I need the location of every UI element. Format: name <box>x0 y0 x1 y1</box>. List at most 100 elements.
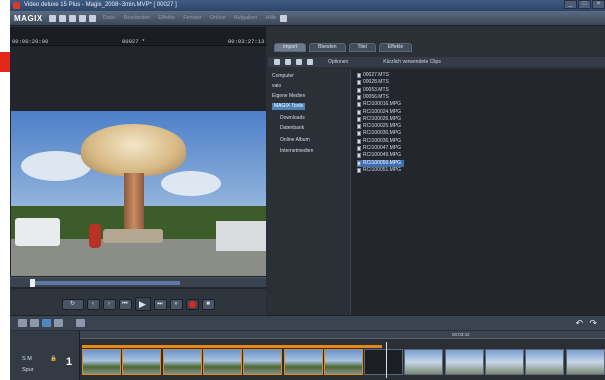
clip-name-display: 00027 * <box>122 38 146 45</box>
tab-effekte[interactable]: Effekte <box>378 43 413 52</box>
fast-forward-button[interactable]: » <box>169 298 183 310</box>
timeline-clip[interactable] <box>243 349 283 375</box>
file-list-item[interactable]: 00027.MTS <box>357 72 389 79</box>
forward-icon[interactable] <box>285 59 291 65</box>
skip-start-button[interactable]: ⏮ <box>118 298 132 310</box>
tools-dropdown-icon[interactable] <box>76 319 85 327</box>
file-icon <box>357 73 361 78</box>
tab-import[interactable]: Import <box>274 43 307 52</box>
media-explorer: Import Blenden Titel Effekte Optionen Kü… <box>268 27 605 320</box>
file-list-item[interactable]: RCI100024.MPG <box>357 109 401 116</box>
position-slider[interactable] <box>10 277 266 287</box>
file-icon <box>357 102 361 108</box>
back-icon[interactable] <box>274 59 280 65</box>
undo-toolbar-icon[interactable] <box>88 14 96 22</box>
file-icon <box>357 138 361 144</box>
tree-item[interactable]: Internetmedien <box>280 148 313 154</box>
menu-hilfe[interactable]: Hilfe <box>265 15 276 21</box>
undo-icon[interactable]: ↶ <box>575 318 583 329</box>
file-icon <box>357 146 361 151</box>
storyboard-mode-icon[interactable] <box>18 319 27 327</box>
file-list-item[interactable]: 00028.MTS <box>357 79 389 86</box>
menu-online[interactable]: Online <box>210 15 226 21</box>
timeline-ruler[interactable]: 00:03:42 <box>80 331 605 339</box>
timeline-clip[interactable] <box>444 349 484 375</box>
file-icon <box>357 124 361 130</box>
file-list-item[interactable]: RCI100051.MPG <box>357 167 401 174</box>
timeline-clip[interactable] <box>565 349 605 375</box>
file-list-item[interactable]: 00056.MTS <box>357 94 389 101</box>
timeline-clip[interactable] <box>485 349 524 375</box>
tree-item[interactable]: vaio <box>272 83 281 89</box>
file-icon <box>357 116 361 122</box>
timeline-clip[interactable] <box>364 349 404 375</box>
file-list-item[interactable]: RCI100016.MPG <box>357 101 401 108</box>
next-marker-button[interactable]: › <box>102 298 116 310</box>
file-name: 00056.MTS <box>363 93 389 100</box>
file-icon <box>357 153 361 159</box>
menu-effekte[interactable]: Effekte <box>158 15 175 21</box>
tree-item[interactable]: MAGIX Tools <box>272 103 306 110</box>
file-list-item[interactable]: RCI100049.MPG <box>357 152 401 159</box>
up-folder-icon[interactable] <box>296 59 302 65</box>
file-list-item[interactable]: RCI100030.MPG <box>357 130 401 137</box>
menu-fenster[interactable]: Fenster <box>183 15 202 21</box>
tree-item[interactable]: Datenbank <box>280 125 304 131</box>
file-list-item[interactable]: 00053.MTS <box>357 87 389 94</box>
file-icon <box>357 160 361 166</box>
timeline-clip[interactable] <box>202 349 242 375</box>
tree-item[interactable]: Computer <box>272 73 294 79</box>
record-button[interactable] <box>185 298 199 310</box>
track-solo-mute[interactable]: S M <box>22 356 32 362</box>
file-list-item[interactable]: RCI100036.MPG <box>357 138 401 145</box>
settings-icon[interactable] <box>280 14 288 22</box>
timeline-clip[interactable] <box>323 349 363 375</box>
timeline-clip[interactable] <box>283 349 323 375</box>
slider-handle[interactable] <box>30 279 35 287</box>
file-list: 00027.MTS 00028.MTS 00053.MTS 00056.MTS RCI1… <box>350 69 605 319</box>
cut-icon[interactable] <box>78 14 86 22</box>
file-list-item[interactable]: RCI100026.MPG <box>357 116 401 123</box>
tab-titel[interactable]: Titel <box>348 43 376 52</box>
timeline-clip[interactable] <box>525 349 565 375</box>
tree-item[interactable]: Online Album <box>280 137 310 143</box>
maximize-button[interactable]: □ <box>578 0 591 9</box>
loop-button[interactable]: ↻ <box>61 298 84 310</box>
timeline-clip[interactable] <box>122 349 162 375</box>
play-button[interactable]: ▶ <box>134 297 151 311</box>
tab-blenden[interactable]: Blenden <box>309 43 346 52</box>
timeline-clip[interactable] <box>82 349 121 375</box>
timeline-clip[interactable] <box>162 349 202 375</box>
minimize-button[interactable]: _ <box>564 0 577 9</box>
open-folder-icon[interactable] <box>58 14 66 22</box>
close-button[interactable]: × <box>592 0 605 9</box>
menu-bearbeiten[interactable]: Bearbeiten <box>124 15 151 21</box>
menu-bar: MAGIX Datei Bearbeiten Effekte Fenster O… <box>10 11 605 26</box>
file-list-item[interactable]: RCI100025.MPG <box>357 123 401 130</box>
multitrack-icon[interactable] <box>54 319 63 327</box>
playhead[interactable] <box>386 342 387 378</box>
skip-end-button[interactable]: ⏭ <box>153 298 167 310</box>
redo-icon[interactable]: ↷ <box>589 318 597 329</box>
file-name: RCI100050.MPG <box>363 159 402 166</box>
save-icon[interactable] <box>68 14 76 22</box>
tree-item[interactable]: Downloads <box>280 115 305 121</box>
lock-icon[interactable]: 🔒 <box>50 356 57 362</box>
timeline-clip[interactable] <box>404 349 444 375</box>
menu-aufgaben[interactable]: Aufgaben <box>234 15 258 21</box>
new-file-icon[interactable] <box>48 14 56 22</box>
tree-item[interactable]: Eigene Medien <box>272 93 305 99</box>
timeline-mode-icon[interactable] <box>42 319 51 327</box>
scene-overview-icon[interactable] <box>30 319 39 327</box>
stop-button[interactable]: ■ <box>201 298 215 310</box>
menu-datei[interactable]: Datei <box>103 15 116 21</box>
prev-marker-button[interactable]: ‹ <box>86 298 100 310</box>
file-list-item[interactable]: RCI100047.MPG <box>357 145 401 152</box>
track-label: Spur <box>22 367 34 373</box>
timecode-position: 00:00:20:00 <box>12 38 49 45</box>
file-list-item[interactable]: RCI100050.MPG <box>357 159 405 167</box>
new-folder-icon[interactable] <box>307 59 313 65</box>
options-dropdown[interactable]: Optionen <box>328 59 348 65</box>
filter-dropdown[interactable]: Kürzlich verwendete Clips <box>383 59 441 65</box>
video-track-clips <box>82 349 605 375</box>
